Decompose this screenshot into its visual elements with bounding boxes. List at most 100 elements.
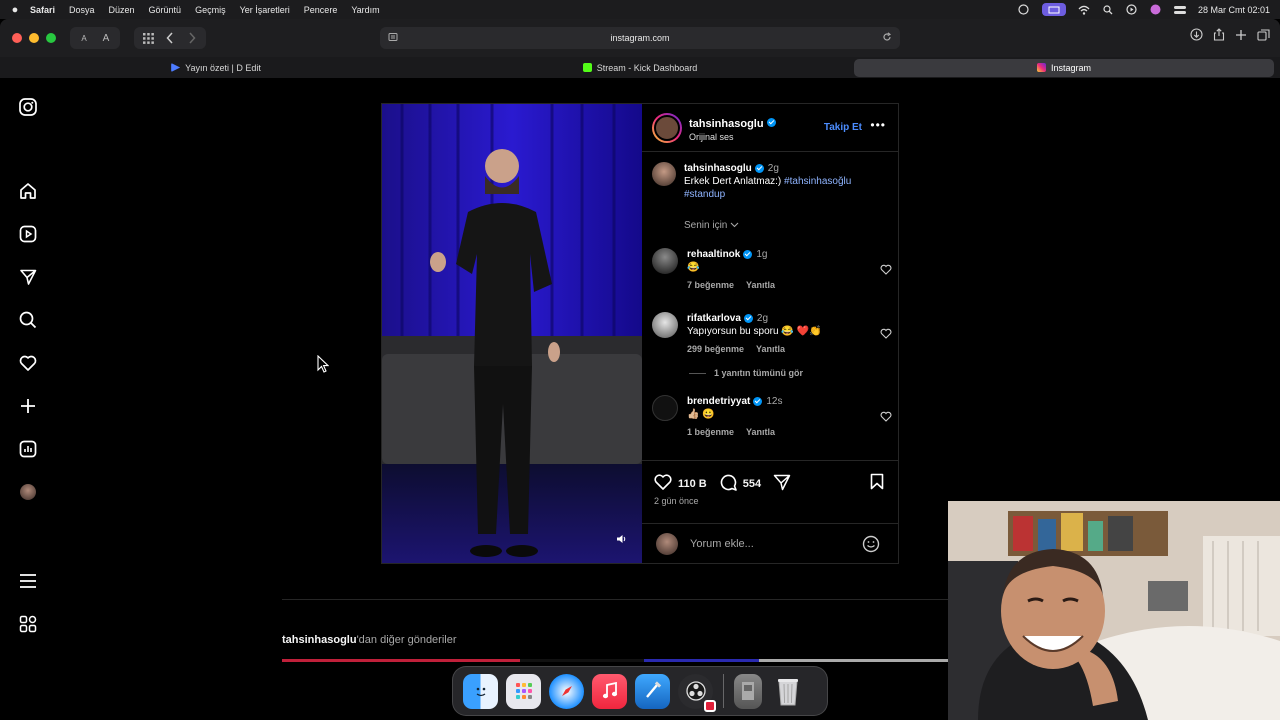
control-center-icon[interactable] bbox=[1173, 5, 1186, 15]
tab-kick-dashboard[interactable]: Stream - Kick Dashboard bbox=[430, 59, 850, 77]
hashtag-link[interactable]: #standup bbox=[684, 189, 725, 200]
sort-comments-dropdown[interactable]: Senin için bbox=[684, 220, 739, 231]
commenter-avatar[interactable] bbox=[652, 312, 678, 338]
reel-video[interactable] bbox=[382, 104, 642, 563]
increase-text-button[interactable]: A bbox=[96, 28, 116, 48]
comment-likes[interactable]: 299 beğenme bbox=[687, 344, 744, 354]
webcam-overlay bbox=[948, 501, 1280, 720]
menu-pencere[interactable]: Pencere bbox=[304, 5, 338, 15]
apple-icon[interactable]: ● bbox=[0, 4, 30, 16]
spotlight-icon[interactable] bbox=[1102, 4, 1114, 15]
siri-icon[interactable] bbox=[1150, 4, 1162, 15]
screen-mirroring-icon[interactable] bbox=[1041, 3, 1066, 16]
direct-messages-icon[interactable] bbox=[18, 267, 38, 287]
commenter-avatar[interactable] bbox=[652, 395, 678, 421]
reply-button[interactable]: Yanıtla bbox=[756, 344, 785, 354]
comment-bubble-icon[interactable] bbox=[719, 473, 737, 494]
hashtag-link[interactable]: #tahsinhasoğlu bbox=[784, 176, 851, 187]
decrease-text-button[interactable]: A bbox=[74, 28, 94, 48]
instagram-favicon-icon bbox=[1036, 63, 1046, 72]
obs-icon[interactable] bbox=[678, 673, 716, 712]
comment-likes[interactable]: 1 beğenme bbox=[687, 427, 734, 437]
menu-yardim[interactable]: Yardım bbox=[351, 5, 379, 15]
like-count[interactable]: 110 B bbox=[678, 478, 707, 490]
like-comment-heart-icon[interactable] bbox=[880, 262, 892, 280]
like-heart-icon[interactable] bbox=[654, 474, 672, 493]
address-bar[interactable]: instagram.com bbox=[380, 27, 900, 49]
close-window-button[interactable] bbox=[12, 33, 22, 43]
menu-goruntu[interactable]: Görüntü bbox=[149, 5, 182, 15]
control-icon[interactable] bbox=[1018, 4, 1030, 15]
author-avatar[interactable] bbox=[652, 112, 682, 143]
music-icon[interactable] bbox=[592, 673, 627, 709]
audio-label[interactable]: Orijinal ses bbox=[689, 132, 776, 142]
xcode-icon[interactable] bbox=[635, 673, 670, 709]
notifications-heart-icon[interactable] bbox=[18, 353, 38, 373]
volume-icon[interactable] bbox=[616, 531, 628, 549]
share-icon[interactable] bbox=[1213, 28, 1225, 46]
preview-icon[interactable] bbox=[734, 673, 762, 709]
thumbnail-3[interactable] bbox=[644, 659, 759, 662]
reader-icon[interactable] bbox=[388, 32, 398, 44]
like-comment-heart-icon[interactable] bbox=[880, 326, 892, 344]
trash-icon[interactable] bbox=[770, 674, 805, 709]
more-posts-username[interactable]: tahsinhasoglu bbox=[282, 634, 357, 646]
tab-overview-icon[interactable] bbox=[138, 28, 158, 48]
tab-yayin-ozeti[interactable]: Yayın özeti | D Edit bbox=[6, 59, 426, 77]
thumbnail-1[interactable] bbox=[282, 659, 520, 662]
search-icon[interactable] bbox=[18, 310, 38, 330]
menu-gecmis[interactable]: Geçmiş bbox=[195, 5, 226, 15]
new-tab-icon[interactable] bbox=[1235, 28, 1247, 46]
view-replies-button[interactable]: 1 yanıtın tümünü gör bbox=[689, 368, 803, 378]
add-comment-input[interactable]: Yorum ekle... bbox=[690, 538, 754, 550]
finder-icon[interactable] bbox=[463, 673, 498, 709]
reload-icon[interactable] bbox=[882, 32, 892, 44]
menu-duzen[interactable]: Düzen bbox=[109, 5, 135, 15]
tab-instagram[interactable]: Instagram bbox=[854, 58, 1274, 77]
share-send-icon[interactable] bbox=[773, 474, 791, 494]
home-icon[interactable] bbox=[18, 181, 38, 201]
caption-username[interactable]: tahsinhasoglu bbox=[684, 163, 752, 174]
zoom-window-button[interactable] bbox=[46, 33, 56, 43]
comment-likes[interactable]: 7 beğenme bbox=[687, 280, 734, 290]
reply-button[interactable]: Yanıtla bbox=[746, 427, 775, 437]
media-icon[interactable] bbox=[1126, 4, 1138, 15]
dashboard-icon[interactable] bbox=[18, 439, 38, 459]
wifi-icon[interactable] bbox=[1078, 5, 1090, 15]
emoji-icon[interactable] bbox=[862, 535, 880, 558]
menu-dosya[interactable]: Dosya bbox=[69, 5, 95, 15]
caption-avatar[interactable] bbox=[652, 162, 676, 186]
minimize-window-button[interactable] bbox=[29, 33, 39, 43]
follow-button[interactable]: Takip Et bbox=[824, 122, 862, 133]
also-from-meta-icon[interactable] bbox=[18, 614, 38, 634]
instagram-logo-icon[interactable] bbox=[18, 97, 38, 117]
comment-username[interactable]: brendetriyyat bbox=[687, 396, 750, 407]
more-posts-thumbnail-strip[interactable] bbox=[282, 659, 948, 662]
more-options-icon[interactable]: ••• bbox=[870, 118, 886, 132]
dock bbox=[452, 666, 828, 716]
reels-icon[interactable] bbox=[18, 224, 38, 244]
thumbnail-4[interactable] bbox=[759, 659, 948, 662]
create-icon[interactable] bbox=[18, 396, 38, 416]
save-bookmark-icon[interactable] bbox=[870, 473, 884, 495]
commenter-avatar[interactable] bbox=[652, 248, 678, 274]
menu-app-name[interactable]: Safari bbox=[30, 5, 55, 15]
forward-icon[interactable] bbox=[182, 28, 202, 48]
more-menu-icon[interactable] bbox=[18, 571, 38, 591]
menu-yer-isaretleri[interactable]: Yer İşaretleri bbox=[240, 5, 290, 15]
back-icon[interactable] bbox=[160, 28, 180, 48]
tab-overview-right-icon[interactable] bbox=[1257, 28, 1270, 46]
like-comment-heart-icon[interactable] bbox=[880, 409, 892, 427]
menu-clock[interactable]: 28 Mar Cmt 02:01 bbox=[1198, 5, 1270, 15]
mouse-cursor bbox=[317, 354, 330, 378]
comment-username[interactable]: rifatkarlova bbox=[687, 313, 741, 324]
launchpad-icon[interactable] bbox=[506, 673, 541, 709]
safari-icon[interactable] bbox=[549, 673, 584, 709]
comment-count[interactable]: 554 bbox=[743, 478, 761, 490]
reply-button[interactable]: Yanıtla bbox=[746, 280, 775, 290]
profile-avatar[interactable] bbox=[18, 482, 38, 502]
downloads-icon[interactable] bbox=[1190, 28, 1203, 46]
comment-username[interactable]: rehaaltinok bbox=[687, 249, 740, 260]
thumbnail-2[interactable] bbox=[520, 659, 644, 662]
author-username[interactable]: tahsinhasoglu bbox=[689, 118, 764, 130]
